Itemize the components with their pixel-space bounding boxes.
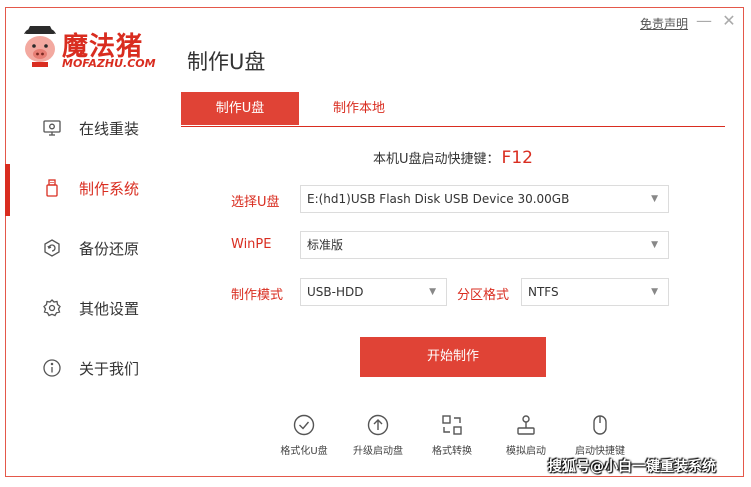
chevron-down-icon: ▼ — [651, 287, 658, 297]
partition-select[interactable]: NTFS ▼ — [521, 278, 669, 306]
boot-hotkey-button[interactable]: 启动快捷键 — [565, 414, 635, 457]
sidebar-item-label: 在线重装 — [79, 119, 140, 138]
partition-label: 分区格式 — [457, 288, 510, 303]
winpe-label: WinPE — [231, 237, 272, 252]
tool-label: 模拟启动 — [506, 446, 546, 457]
sidebar-item-backup-restore[interactable]: 备份还原 — [6, 218, 166, 278]
check-circle-icon — [293, 414, 315, 436]
mode-select[interactable]: USB-HDD ▼ — [300, 278, 447, 306]
sidebar-item-other-settings[interactable]: 其他设置 — [6, 278, 166, 338]
simulate-boot-button[interactable]: 模拟启动 — [491, 414, 561, 457]
partition-select-value: NTFS — [528, 285, 559, 299]
winpe-select-value: 标准版 — [307, 238, 344, 252]
tool-label: 升级启动盘 — [353, 446, 403, 457]
sidebar-item-label: 关于我们 — [79, 359, 140, 378]
convert-icon — [442, 415, 462, 435]
sidebar-item-label: 其他设置 — [79, 299, 140, 318]
sidebar-item-online-reinstall[interactable]: 在线重装 — [6, 98, 166, 158]
sidebar-item-about-us[interactable]: 关于我们 — [6, 338, 166, 398]
winpe-select[interactable]: 标准版 ▼ — [300, 231, 669, 259]
chevron-down-icon: ▼ — [429, 287, 436, 297]
tab-make-usb[interactable]: 制作U盘 — [181, 92, 299, 125]
chevron-down-icon: ▼ — [651, 194, 658, 204]
usb-label: 选择U盘 — [231, 195, 280, 210]
joystick-icon — [517, 415, 535, 435]
disclaimer-link[interactable]: 免责声明 — [640, 15, 688, 32]
upgrade-boot-disk-button[interactable]: 升级启动盘 — [343, 414, 413, 457]
tab-make-local[interactable]: 制作本地 — [299, 92, 419, 125]
tool-label: 格式转换 — [432, 446, 472, 457]
start-button[interactable]: 开始制作 — [360, 337, 546, 377]
minimize-button[interactable]: — — [695, 12, 713, 30]
hotkey-value: F12 — [501, 148, 533, 168]
monitor-icon — [43, 120, 61, 136]
usb-select-value: E:(hd1)USB Flash Disk USB Device 30.00GB — [307, 192, 570, 206]
upload-circle-icon — [367, 414, 389, 436]
usb-select[interactable]: E:(hd1)USB Flash Disk USB Device 30.00GB… — [300, 185, 669, 213]
app-window: 魔法猪 MOFAZHU.COM 制作U盘 免责声明 — ✕ 在线重装 制作系统 … — [5, 7, 744, 477]
sidebar-item-label: 制作系统 — [79, 179, 140, 198]
format-usb-button[interactable]: 格式化U盘 — [269, 414, 339, 457]
tab-bar: 制作U盘 制作本地 — [181, 92, 725, 127]
mode-select-value: USB-HDD — [307, 285, 364, 299]
tool-label: 格式化U盘 — [280, 446, 328, 457]
logo-domain: MOFAZHU.COM — [62, 57, 156, 70]
pig-logo-icon — [24, 26, 56, 67]
app-logo: 魔法猪 MOFAZHU.COM — [20, 24, 170, 76]
sidebar: 在线重装 制作系统 备份还原 其他设置 关于我们 — [5, 98, 166, 398]
tool-label: 启动快捷键 — [575, 446, 625, 457]
hotkey-label: 本机U盘启动快捷键： — [373, 152, 500, 167]
mouse-icon — [593, 415, 607, 435]
page-title: 制作U盘 — [187, 50, 266, 74]
format-convert-button[interactable]: 格式转换 — [417, 414, 487, 457]
boot-hotkey-info: 本机U盘启动快捷键： F12 — [181, 148, 725, 168]
backup-icon — [44, 239, 60, 257]
gear-icon — [43, 299, 61, 317]
mode-label: 制作模式 — [231, 288, 284, 303]
chevron-down-icon: ▼ — [651, 240, 658, 250]
sidebar-item-label: 备份还原 — [79, 239, 140, 258]
sidebar-item-make-system[interactable]: 制作系统 — [5, 158, 166, 218]
info-icon — [43, 359, 61, 377]
close-button[interactable]: ✕ — [720, 12, 738, 30]
watermark: 搜狐号@小白一键重装系统 — [548, 459, 716, 475]
usb-icon — [46, 179, 58, 197]
